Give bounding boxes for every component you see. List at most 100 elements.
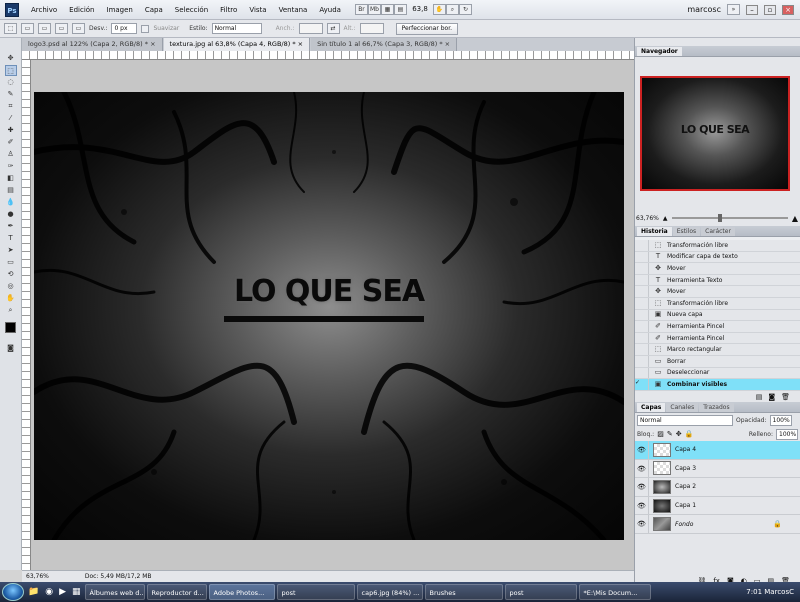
lock-transparency-icon[interactable]: ▨	[657, 430, 664, 438]
status-zoom[interactable]: 63,76%	[26, 571, 49, 582]
close-icon[interactable]: ×	[298, 40, 303, 48]
path-select-tool-icon[interactable]: ➤	[5, 245, 17, 256]
width-input[interactable]	[298, 23, 323, 34]
taskbar-item[interactable]: *E:\Mis Docum...	[578, 584, 651, 600]
layer-name[interactable]: Fondo	[675, 521, 693, 528]
minimize-button[interactable]: –	[746, 4, 758, 15]
zoom-slider[interactable]	[671, 214, 788, 222]
layer-name[interactable]: Capa 3	[675, 465, 696, 472]
tab-historia[interactable]: Historia	[637, 227, 672, 236]
close-icon[interactable]: ×	[445, 40, 450, 48]
horizontal-ruler[interactable]	[22, 51, 634, 60]
style-select[interactable]: Normal	[211, 23, 262, 34]
menu-archivo[interactable]: Archivo	[25, 6, 63, 14]
history-item[interactable]: ⬚ Transformación libre	[635, 240, 800, 252]
taskbar-item-active[interactable]: Adobe Photos...	[208, 584, 275, 600]
trash-icon[interactable]: 🗑	[781, 393, 790, 401]
bridge-icon[interactable]: Br	[354, 4, 368, 15]
taskbar-item[interactable]: post	[504, 584, 577, 600]
start-button[interactable]	[2, 583, 24, 601]
layer-name[interactable]: Capa 4	[675, 446, 696, 453]
history-item[interactable]: T Modificar capa de texto	[635, 251, 800, 264]
history-item[interactable]: ✐ Herramienta Pincel	[635, 332, 800, 345]
shape-tool-icon[interactable]: ▭	[5, 257, 17, 268]
tab-capas[interactable]: Capas	[637, 403, 666, 412]
layer-name[interactable]: Capa 2	[675, 483, 696, 490]
new-document-icon[interactable]: ▤	[756, 393, 763, 401]
eye-icon[interactable]: 👁	[635, 478, 649, 496]
tab-logo3[interactable]: logo3.psd al 122% (Capa 2, RGB/8) * ×	[22, 38, 163, 51]
new-selection-icon[interactable]: ▭	[21, 23, 34, 34]
3d-orbit-tool-icon[interactable]: ◎	[5, 281, 17, 292]
layer-row[interactable]: 👁 Capa 2	[635, 478, 800, 497]
3d-rotate-tool-icon[interactable]: ⟲	[5, 269, 17, 280]
taskbar-item[interactable]: Brushes	[424, 584, 503, 600]
crop-tool-icon[interactable]: ⌗	[5, 101, 17, 112]
history-source-checkbox[interactable]	[635, 344, 649, 355]
gradient-tool-icon[interactable]: ▤	[5, 185, 17, 196]
zoom-tool-icon[interactable]: ⌕	[445, 4, 459, 15]
menu-capa[interactable]: Capa	[139, 6, 169, 14]
hand-tool-icon[interactable]: ✋	[5, 293, 17, 304]
refine-edge-button[interactable]: Perfeccionar bor.	[395, 22, 459, 35]
healing-tool-icon[interactable]: ✚	[5, 125, 17, 136]
dodge-tool-icon[interactable]: ●	[5, 209, 17, 220]
history-source-checkbox[interactable]	[635, 309, 649, 321]
layer-row[interactable]: 👁 Capa 1	[635, 496, 800, 516]
marquee-preset-icon[interactable]: ⬚	[4, 23, 17, 34]
tab-textura[interactable]: textura.jpg al 63,8% (Capa 4, RGB/8) * ×	[163, 38, 311, 51]
quick-select-tool-icon[interactable]: ✎	[5, 89, 17, 100]
eye-icon[interactable]: 👁	[635, 441, 649, 459]
zoom-field[interactable]: 63,8	[407, 4, 433, 15]
media-icon[interactable]: ▶	[57, 587, 68, 597]
menu-vista[interactable]: Vista	[243, 6, 272, 14]
close-button[interactable]: ×	[782, 4, 794, 15]
history-source-checkbox[interactable]	[635, 332, 649, 344]
menu-filtro[interactable]: Filtro	[214, 6, 243, 14]
history-source-checkbox[interactable]	[635, 240, 649, 251]
browser-icon[interactable]: ◉	[43, 587, 55, 597]
eye-icon[interactable]: 👁	[635, 515, 649, 533]
workspace-user[interactable]: marcosc	[687, 5, 721, 14]
taskbar-item[interactable]: Reproductor d...	[146, 584, 207, 600]
menu-imagen[interactable]: Imagen	[101, 6, 139, 14]
pen-tool-icon[interactable]: ✒	[5, 221, 17, 232]
eraser-tool-icon[interactable]: ◧	[5, 173, 17, 184]
tab-canales[interactable]: Canales	[666, 403, 699, 412]
history-source-checkbox[interactable]	[635, 263, 649, 274]
history-item[interactable]: ✐ Herramienta Pincel	[635, 321, 800, 333]
add-selection-icon[interactable]: ▭	[38, 23, 51, 34]
tab-trazados[interactable]: Trazados	[699, 403, 734, 412]
tab-navegador[interactable]: Navegador	[637, 47, 682, 56]
lasso-tool-icon[interactable]: ◌	[5, 77, 17, 88]
history-item[interactable]: ▭ Deseleccionar	[635, 367, 800, 380]
history-source-checkbox[interactable]	[635, 274, 649, 286]
history-source-checkbox[interactable]	[635, 297, 649, 309]
rotate-view-icon[interactable]: ↻	[458, 4, 472, 15]
workspace-arrow-icon[interactable]: »	[727, 4, 740, 15]
history-source-checkbox[interactable]: ✓	[635, 379, 649, 390]
menu-seleccion[interactable]: Selección	[169, 6, 214, 14]
vertical-ruler[interactable]	[22, 60, 31, 570]
arrange-icon[interactable]: ▤	[393, 4, 407, 15]
height-input[interactable]	[359, 23, 384, 34]
taskbar-item[interactable]: post	[276, 584, 355, 600]
tab-estilos[interactable]: Estilos	[672, 227, 701, 236]
tab-sin-titulo[interactable]: Sin título 1 al 66,7% (Capa 3, RGB/8) * …	[311, 38, 458, 51]
zoom-in-icon[interactable]: ▲	[792, 214, 798, 223]
history-source-checkbox[interactable]	[635, 251, 649, 263]
layer-name[interactable]: Capa 1	[675, 502, 696, 509]
taskbar-clock[interactable]: 7:01 MarcosC	[746, 588, 800, 596]
marquee-tool-icon[interactable]: ⬚	[4, 65, 17, 76]
taskbar-item[interactable]: Álbumes web d...	[84, 584, 145, 600]
type-tool-icon[interactable]: T	[5, 233, 17, 244]
navigator-zoom-value[interactable]: 63,76%	[636, 215, 659, 222]
history-item[interactable]: T Herramienta Texto	[635, 274, 800, 287]
lock-position-icon[interactable]: ✥	[676, 430, 682, 438]
menu-ayuda[interactable]: Ayuda	[313, 6, 347, 14]
explorer-icon[interactable]: 📁	[26, 587, 41, 597]
quick-mask-icon[interactable]: ◙	[5, 343, 17, 354]
history-source-checkbox[interactable]	[635, 286, 649, 297]
fill-input[interactable]: 100%	[776, 428, 798, 440]
intersect-selection-icon[interactable]: ▭	[72, 23, 85, 34]
